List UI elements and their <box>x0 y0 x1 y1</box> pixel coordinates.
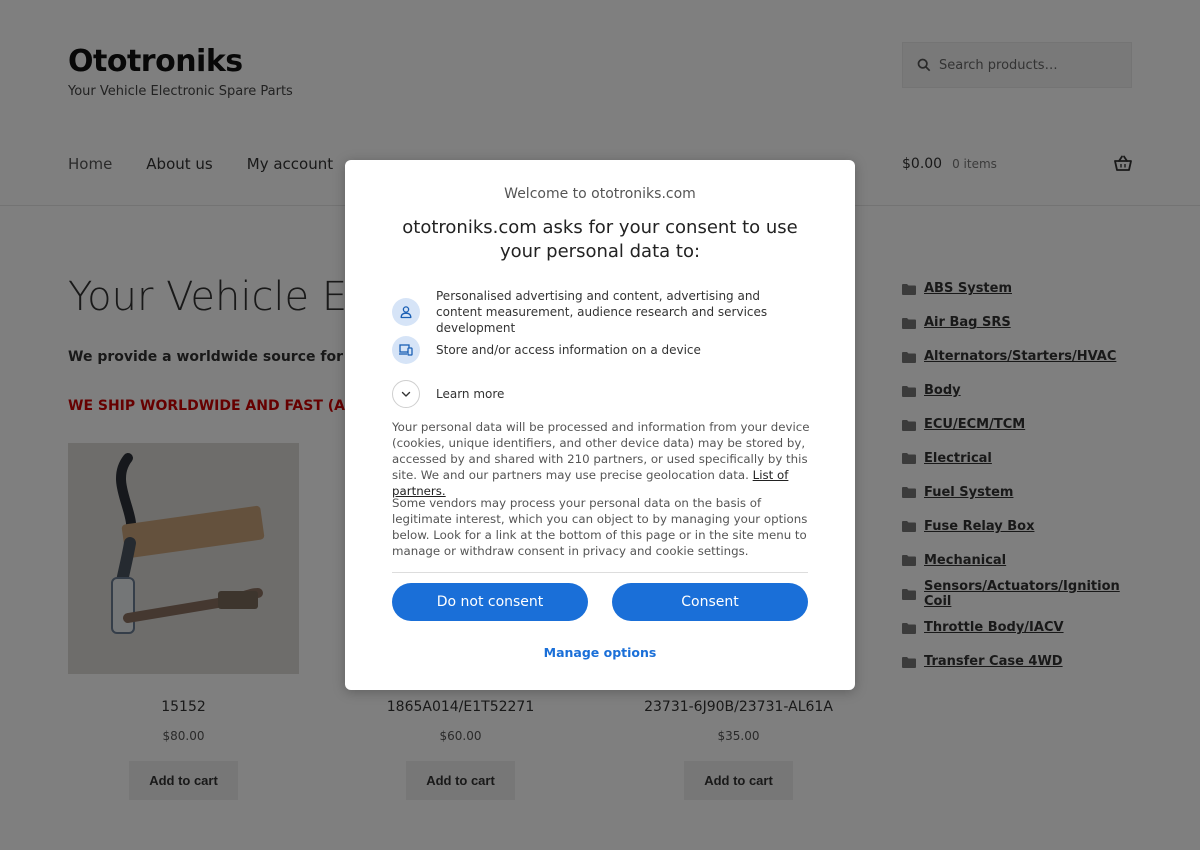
consent-heading: ototroniks.com asks for your consent to … <box>402 217 798 262</box>
purpose-store-access: Store and/or access information on a dev… <box>392 336 806 364</box>
consent-button[interactable]: Consent <box>612 583 808 621</box>
purpose-text: Store and/or access information on a dev… <box>436 343 701 357</box>
do-not-consent-button[interactable]: Do not consent <box>392 583 588 621</box>
consent-welcome: Welcome to ototroniks.com <box>504 186 696 202</box>
person-icon <box>392 298 420 326</box>
chevron-down-icon <box>392 380 420 408</box>
purpose-personalised-ads: Personalised advertising and content, ad… <box>392 288 806 336</box>
purpose-text: Personalised advertising and content, ad… <box>436 289 768 335</box>
learn-more-toggle[interactable]: Learn more <box>392 380 806 408</box>
learn-more-label: Learn more <box>436 387 505 401</box>
divider <box>392 572 808 573</box>
devices-icon <box>392 336 420 364</box>
consent-dialog: Welcome to ototroniks.com ototroniks.com… <box>345 160 855 690</box>
consent-paragraph-legitimate-interest: Some vendors may process your personal d… <box>392 496 808 558</box>
manage-options-link[interactable]: Manage options <box>345 645 855 660</box>
consent-paragraph-data: Your personal data will be processed and… <box>392 419 812 499</box>
consent-paragraph-text: Your personal data will be processed and… <box>392 420 810 482</box>
